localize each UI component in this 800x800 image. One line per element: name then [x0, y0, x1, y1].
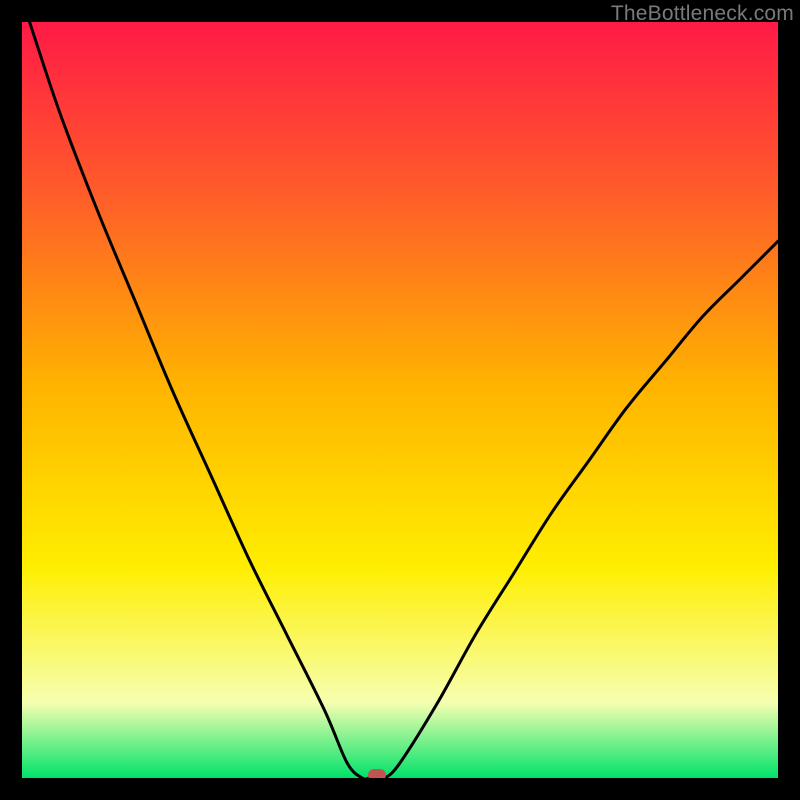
- plot-area: [22, 22, 778, 778]
- optimal-marker: [368, 769, 386, 778]
- bottleneck-curve: [22, 22, 778, 778]
- chart-container: TheBottleneck.com: [0, 0, 800, 800]
- watermark-text: TheBottleneck.com: [611, 2, 794, 26]
